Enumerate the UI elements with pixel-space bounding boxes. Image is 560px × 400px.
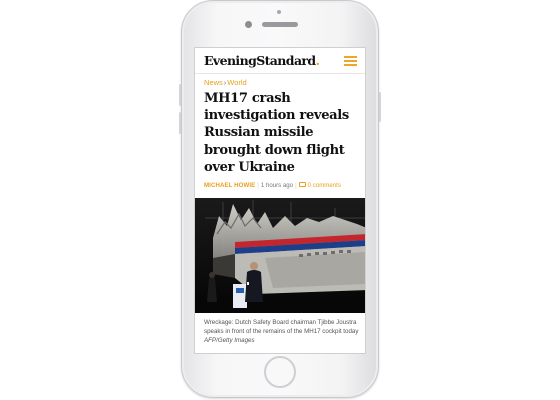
byline-divider-2: | <box>295 182 297 189</box>
earpiece-speaker <box>262 22 298 27</box>
breadcrumb-world-link[interactable]: World <box>227 78 246 87</box>
breadcrumb-news-link[interactable]: News <box>204 78 223 87</box>
logo-dot: . <box>315 53 320 68</box>
breadcrumb-separator: › <box>223 78 227 87</box>
masthead: EveningStandard. <box>195 48 365 74</box>
caption-text: Wreckage: Dutch Safety Board chairman Tj… <box>204 319 359 335</box>
logo-text: EveningStandard <box>204 53 316 68</box>
hamburger-icon[interactable] <box>344 56 357 66</box>
article-byline: MICHAEL HOWIE | 1 hours ago | 0 comments <box>204 182 341 189</box>
comments-count: 0 comments <box>307 182 341 189</box>
site-logo[interactable]: EveningStandard. <box>204 53 320 68</box>
phone-screen: EveningStandard. News›World MH17 crash i… <box>194 47 366 354</box>
author-link[interactable]: MICHAEL HOWIE <box>204 182 255 189</box>
volume-up-button <box>179 84 181 106</box>
breadcrumb: News›World <box>204 78 247 87</box>
comments-link[interactable]: 0 comments <box>298 182 341 189</box>
proximity-sensor <box>277 10 281 14</box>
byline-divider: | <box>257 182 259 189</box>
publish-time: 1 hours ago <box>260 182 294 189</box>
photo-caption: Wreckage: Dutch Safety Board chairman Tj… <box>204 318 362 345</box>
comment-bubble-icon <box>298 182 306 187</box>
power-button <box>379 92 381 122</box>
home-button[interactable] <box>264 356 296 388</box>
mh17-wreckage-image <box>195 198 365 313</box>
caption-credit: AFP/Getty Images <box>204 337 255 344</box>
article-photo <box>195 198 365 313</box>
front-camera <box>245 21 252 28</box>
volume-down-button <box>179 112 181 134</box>
article-headline: MH17 crash investigation reveals Russian… <box>204 91 349 175</box>
